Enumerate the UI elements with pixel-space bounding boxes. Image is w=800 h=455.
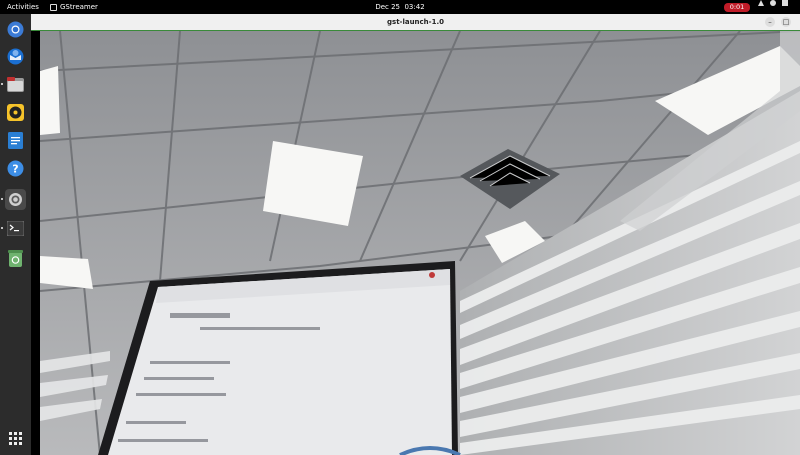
dock: ? — [0, 14, 31, 455]
app-grid-icon — [9, 432, 22, 445]
maximize-icon: □ — [782, 18, 790, 26]
activities-button[interactable]: Activities — [7, 0, 39, 14]
terminal-icon — [7, 221, 24, 236]
dock-item-terminal[interactable] — [1, 218, 26, 239]
network-icon — [758, 0, 764, 6]
running-indicator — [1, 198, 3, 200]
writer-icon — [8, 132, 23, 149]
dock-item-rhythmbox[interactable] — [5, 102, 26, 123]
camera-image — [40, 31, 800, 455]
window-titlebar[interactable]: gst-launch-1.0 – □ — [31, 14, 800, 31]
thunderbird-icon — [7, 48, 24, 65]
top-bar: Activities GStreamer Dec 25 03:42 0:01 — [0, 0, 800, 14]
dock-item-trash[interactable] — [5, 248, 26, 269]
power-icon — [782, 0, 788, 6]
app-menu[interactable]: GStreamer — [50, 0, 98, 14]
clock-button[interactable]: Dec 25 03:42 — [375, 3, 424, 11]
gear-icon — [9, 193, 22, 206]
chromium-icon — [7, 21, 24, 38]
volume-icon — [770, 0, 776, 6]
dock-item-settings[interactable] — [1, 189, 26, 210]
help-icon: ? — [7, 160, 24, 177]
trash-icon — [8, 250, 23, 267]
rhythmbox-icon — [7, 104, 24, 121]
running-indicator — [1, 227, 3, 229]
svg-text:?: ? — [12, 163, 18, 176]
maximize-button[interactable]: □ — [781, 17, 791, 27]
system-menu[interactable] — [758, 0, 788, 6]
clock-time: 03:42 — [404, 3, 425, 11]
dock-item-thunderbird[interactable] — [5, 46, 26, 67]
clock: Dec 25 03:42 — [0, 0, 800, 14]
recording-time: 0:01 — [729, 3, 745, 11]
running-indicator — [1, 83, 3, 85]
dock-item-files[interactable] — [1, 74, 26, 95]
minimize-button[interactable]: – — [765, 17, 775, 27]
dock-item-writer[interactable] — [5, 130, 26, 151]
dock-item-help[interactable]: ? — [5, 158, 26, 179]
files-icon — [7, 77, 24, 92]
app-menu-label: GStreamer — [60, 3, 98, 11]
camera-feed — [40, 31, 800, 455]
clock-date: Dec 25 — [375, 3, 401, 11]
video-window: gst-launch-1.0 – □ — [31, 14, 800, 455]
dock-item-chromium[interactable] — [5, 19, 26, 40]
minimize-icon: – — [768, 18, 772, 26]
window-title: gst-launch-1.0 — [387, 18, 444, 26]
gstreamer-icon — [50, 3, 57, 11]
dock-item-show-apps[interactable] — [5, 428, 26, 449]
recording-indicator[interactable]: 0:01 — [724, 3, 750, 12]
